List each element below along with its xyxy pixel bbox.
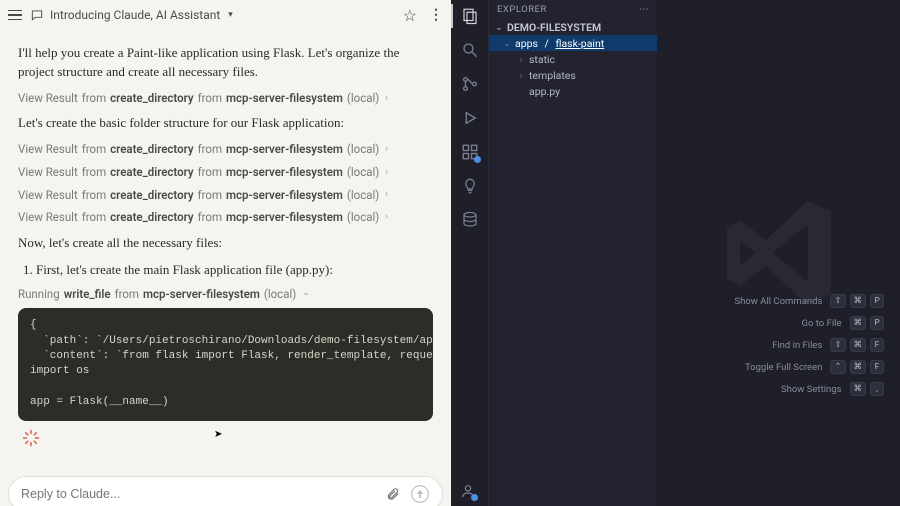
title-text: Introducing Claude, AI Assistant [50,8,220,22]
chat-icon [30,8,44,22]
shortcut-row: Find in Files⇧⌘F [772,338,884,352]
search-icon[interactable] [460,40,480,60]
run-debug-icon[interactable] [460,108,480,128]
shortcut-row: Go to File⌘P [802,316,884,330]
accounts-icon[interactable] [459,482,477,500]
chevron-right-icon: › [385,211,388,224]
tool-call-row[interactable]: View Result from create_directory from m… [18,90,433,107]
tree-folder-templates[interactable]: ›templates [489,67,657,83]
list-item: First, let's create the main Flask appli… [36,261,433,280]
tool-call-row[interactable]: View Result from create_directory from m… [18,141,433,158]
more-icon[interactable]: ⋯ [639,4,649,15]
chevron-right-icon: › [385,166,388,179]
explorer-icon[interactable] [460,6,480,26]
welcome-shortcuts: Show All Commands⇧⌘P Go to File⌘P Find i… [734,294,884,396]
tree-root[interactable]: ⌄DEMO-FILESYSTEM [489,19,657,35]
chevron-down-icon: ⌄ [302,287,310,300]
chevron-down-icon: ▾ [228,10,233,20]
lightbulb-icon[interactable] [460,176,480,196]
tree-folder-static[interactable]: ›static [489,51,657,67]
claude-header: Introducing Claude, AI Assistant ▾ ☆ ⋮ [0,0,451,30]
reply-input[interactable] [21,487,386,501]
assistant-text: I'll help you create a Paint-like applic… [18,44,433,82]
editor-area: Show All Commands⇧⌘P Go to File⌘P Find i… [657,0,900,506]
badge-icon [471,494,478,501]
shortcut-row: Toggle Full Screen⌃⌘F [745,360,884,374]
conversation-body: I'll help you create a Paint-like applic… [0,30,451,506]
star-icon[interactable]: ☆ [403,6,417,25]
tool-call-row[interactable]: View Result from create_directory from m… [18,209,433,226]
vscode-panel: EXPLORER ⋯ ⌄DEMO-FILESYSTEM ⌄apps / flas… [451,0,900,506]
loading-spinner-icon [22,429,40,447]
shortcut-row: Show Settings⌘, [781,382,884,396]
reply-bar [8,476,443,506]
tool-call-row[interactable]: View Result from create_directory from m… [18,187,433,204]
assistant-text: Let's create the basic folder structure … [18,114,433,133]
explorer-title: EXPLORER [497,4,547,15]
send-icon[interactable] [410,484,430,504]
conversation-title[interactable]: Introducing Claude, AI Assistant ▾ [30,8,395,22]
badge-icon [474,156,481,163]
explorer-sidebar: EXPLORER ⋯ ⌄DEMO-FILESYSTEM ⌄apps / flas… [489,0,657,506]
vscode-logo-icon [657,0,900,506]
more-icon[interactable]: ⋮ [429,7,443,23]
shortcut-row: Show All Commands⇧⌘P [734,294,884,308]
assistant-text: Now, let's create all the necessary file… [18,234,433,253]
code-block: { `path`: `/Users/pietroschirano/Downloa… [18,308,433,420]
claude-panel: Introducing Claude, AI Assistant ▾ ☆ ⋮ I… [0,0,451,506]
chevron-right-icon: › [385,143,388,156]
extensions-icon[interactable] [460,142,480,162]
database-icon[interactable] [460,210,480,230]
source-control-icon[interactable] [460,74,480,94]
chevron-right-icon: › [385,188,388,201]
menu-icon[interactable] [8,8,22,22]
tree-file-app-py[interactable]: app.py [489,83,657,99]
tool-call-row[interactable]: View Result from create_directory from m… [18,164,433,181]
explorer-header: EXPLORER ⋯ [489,0,657,19]
tool-running-row[interactable]: Running write_file from mcp-server-files… [18,286,433,303]
chevron-right-icon: › [385,92,388,105]
tree-folder-apps[interactable]: ⌄apps / flask-paint [489,35,657,51]
attachment-icon[interactable] [386,487,400,501]
file-tree: ⌄DEMO-FILESYSTEM ⌄apps / flask-paint ›st… [489,19,657,99]
activity-bar [451,0,489,506]
